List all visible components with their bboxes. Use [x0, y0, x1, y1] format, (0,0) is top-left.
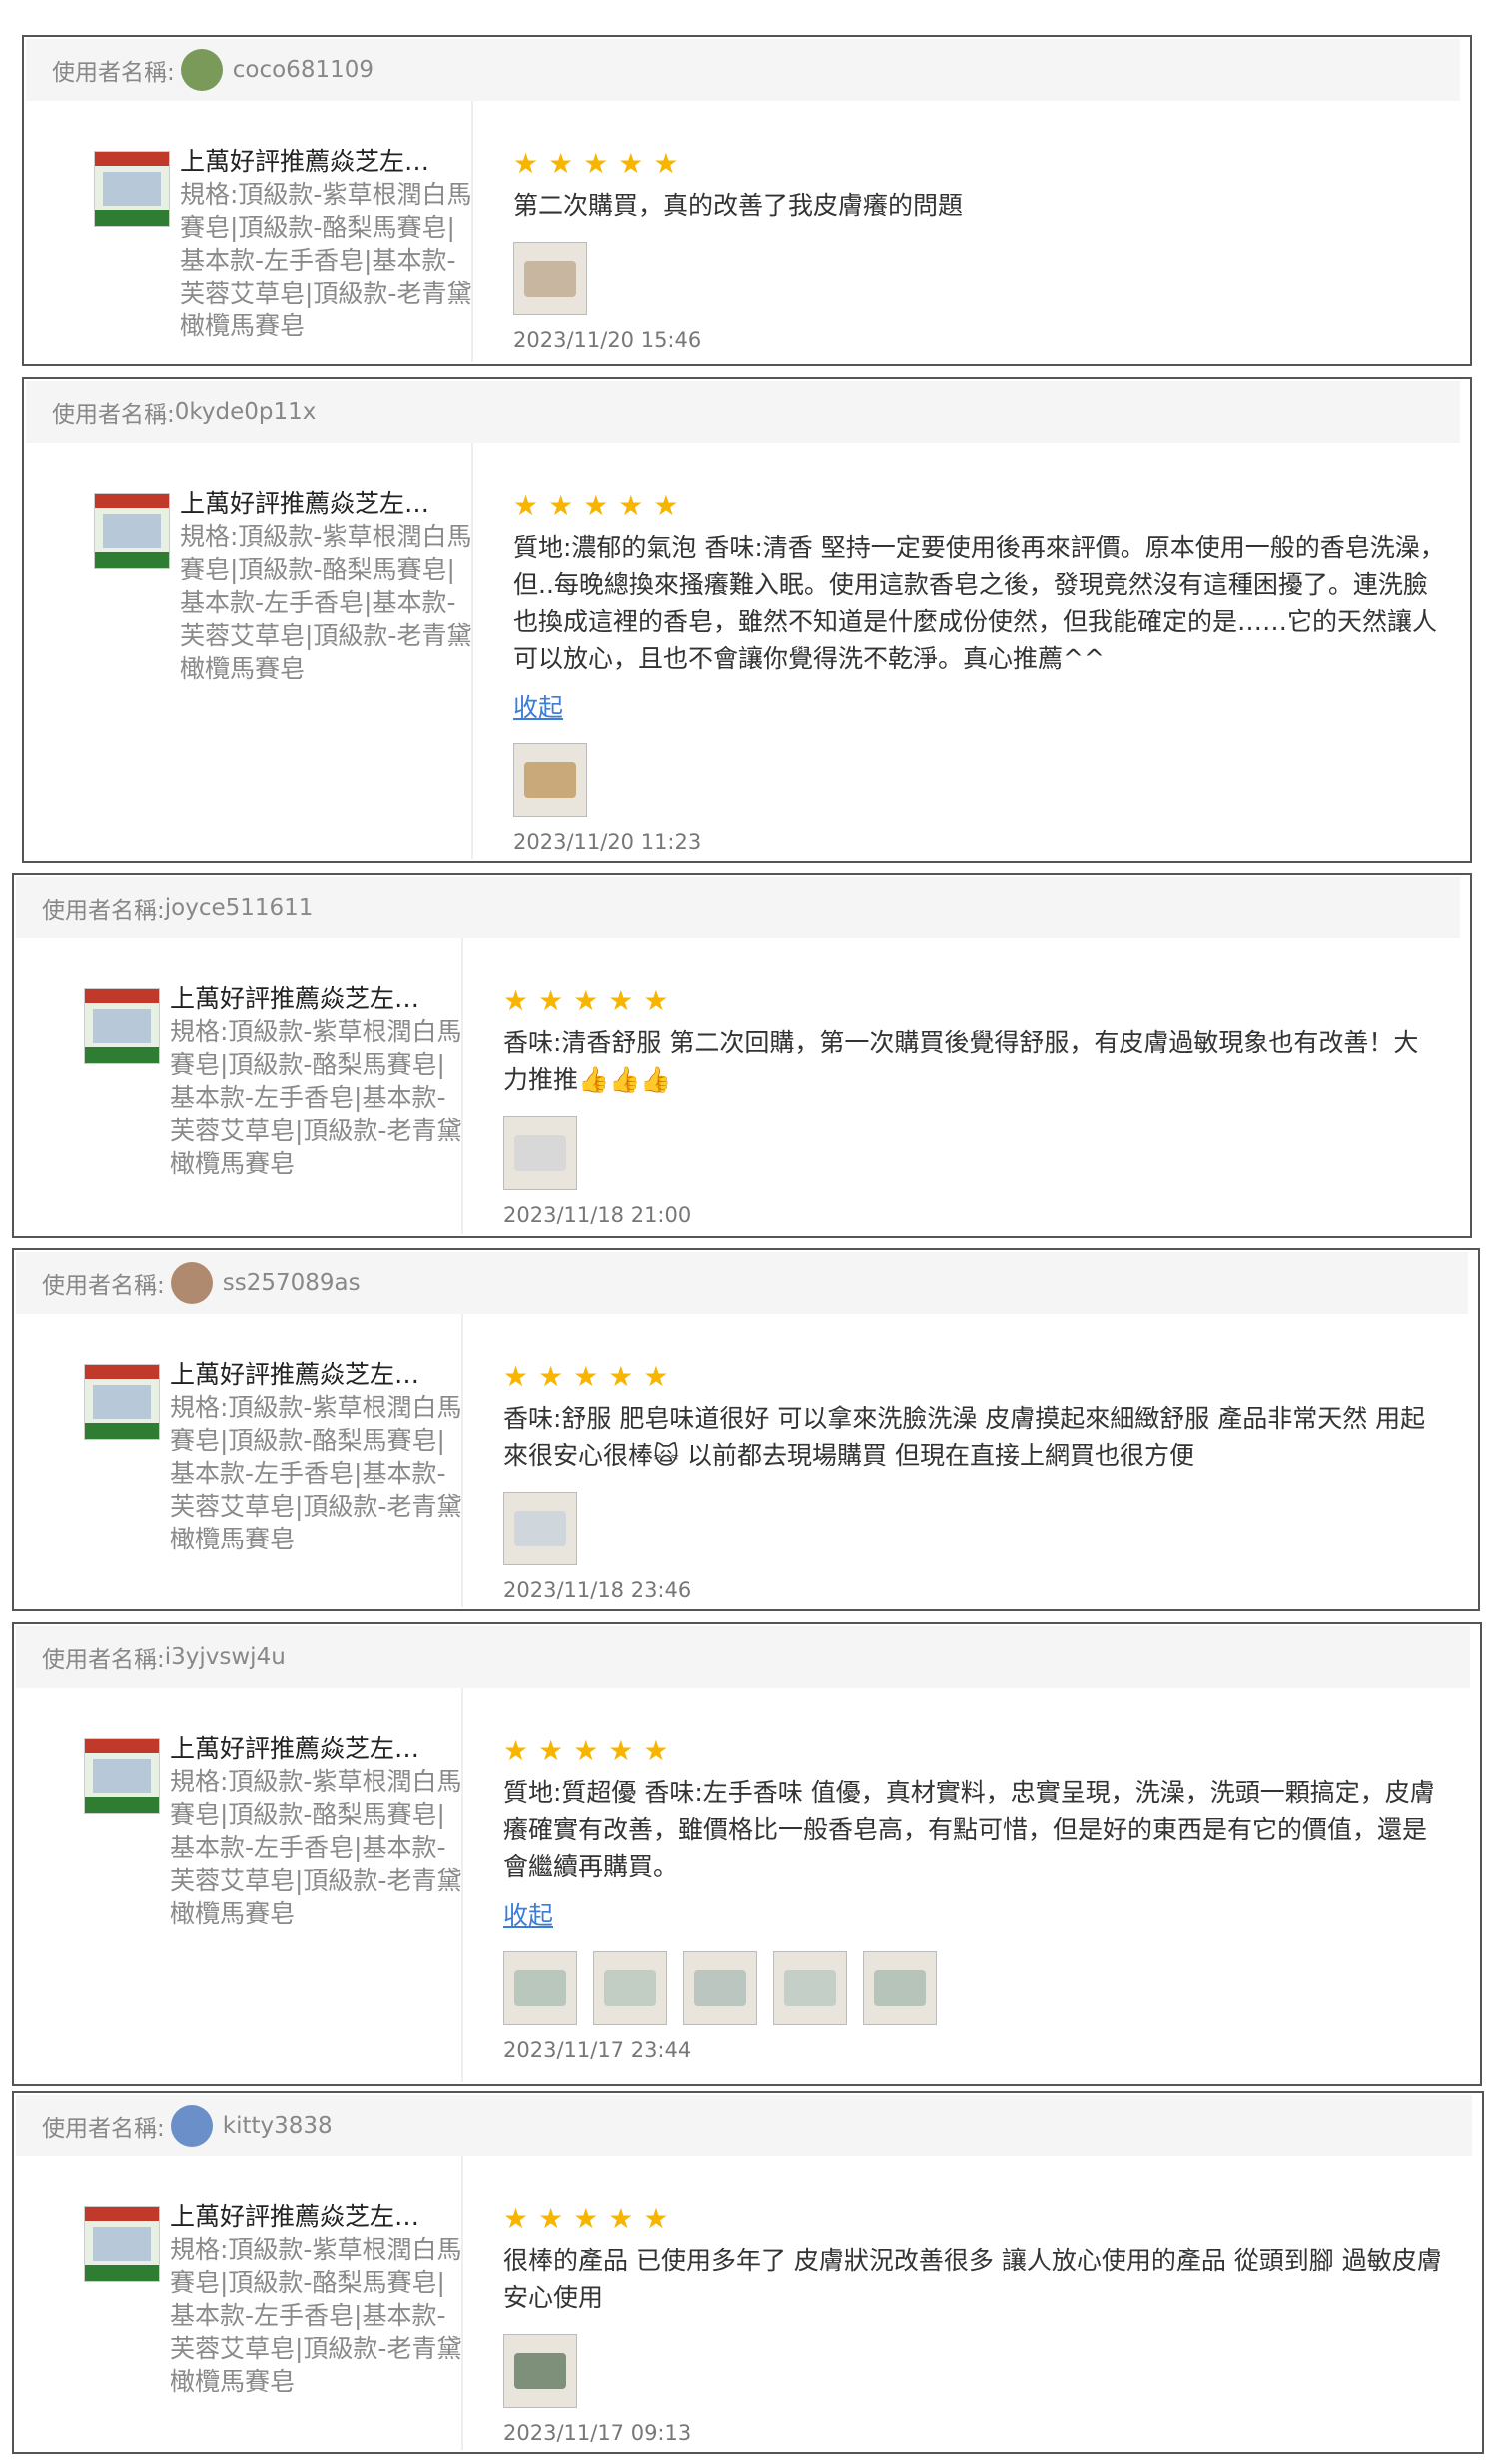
product-spec: 規格:頂級款-紫草根潤白馬賽皂|頂級款-酪梨馬賽皂|基本款-左手香皂|基本款-芙…	[180, 180, 472, 340]
product-name[interactable]: 上萬好評推薦焱芝左…	[170, 1358, 469, 1391]
username-label: 使用者名稱:	[52, 402, 175, 428]
review-comment: 香味:清香舒服 第二次回購，第一次購買後覺得舒服，有皮膚過敏現象也有改善！大力推…	[503, 1028, 1419, 1094]
review-photo[interactable]	[513, 242, 587, 315]
product-thumbnail[interactable]	[84, 988, 160, 1064]
collapse-link[interactable]: 收起	[513, 691, 563, 725]
product-spec: 規格:頂級款-紫草根潤白馬賽皂|頂級款-酪梨馬賽皂|基本款-左手香皂|基本款-芙…	[170, 1017, 462, 1178]
review-photo[interactable]	[503, 1492, 577, 1565]
review-date: 2023/11/17 23:44	[503, 2038, 692, 2062]
review-photo[interactable]	[503, 1116, 577, 1190]
review-body: ★★★★★ 質地:濃郁的氣泡 香味:清香 堅持一定要使用後再來評價。原本使用一般…	[513, 489, 1452, 857]
review-card: 使用者名稱: coco681109 上萬好評推薦焱芝左… 規格:頂級款-紫草根潤…	[22, 35, 1472, 366]
review-header: 使用者名稱: 0kyde0p11x	[26, 381, 1460, 443]
review-body: ★★★★★ 很棒的產品 已使用多年了 皮膚狀況改善很多 讓人放心使用的產品 從頭…	[503, 2202, 1442, 2448]
username: coco681109	[232, 57, 374, 83]
product-name[interactable]: 上萬好評推薦焱芝左…	[180, 487, 479, 520]
username: ss257089as	[222, 1270, 361, 1296]
review-photo[interactable]	[513, 743, 587, 817]
review-body: ★★★★★ 香味:清香舒服 第二次回購，第一次購買後覺得舒服，有皮膚過敏現象也有…	[503, 984, 1442, 1230]
product-spec: 規格:頂級款-紫草根潤白馬賽皂|頂級款-酪梨馬賽皂|基本款-左手香皂|基本款-芙…	[180, 522, 472, 683]
review-header: 使用者名稱: i3yjvswj4u	[16, 1626, 1470, 1688]
review-card: 使用者名稱: ss257089as 上萬好評推薦焱芝左… 規格:頂級款-紫草根潤…	[12, 1248, 1480, 1611]
username: joyce511611	[164, 895, 314, 921]
username: kitty3838	[222, 2113, 333, 2139]
review-photo[interactable]	[503, 2334, 577, 2408]
review-photo[interactable]	[503, 1951, 577, 2025]
username-label: 使用者名稱:	[42, 1273, 165, 1299]
review-body: ★★★★★ 質地:質超優 香味:左手香味 值優，真材實料，忠實呈現，洗澡，洗頭一…	[503, 1734, 1442, 2065]
review-body: ★★★★★ 香味:舒服 肥皂味道很好 可以拿來洗臉洗澡 皮膚摸起來細緻舒服 產品…	[503, 1360, 1442, 1605]
review-body: ★★★★★ 第二次購買，真的改善了我皮膚癢的問題 2023/11/20 15:4…	[513, 147, 1452, 355]
review-header: 使用者名稱: coco681109	[26, 39, 1460, 101]
review-date: 2023/11/20 15:46	[513, 328, 702, 352]
review-photo[interactable]	[773, 1951, 847, 2025]
review-comment: 第二次購買，真的改善了我皮膚癢的問題	[513, 191, 964, 220]
username: i3yjvswj4u	[164, 1644, 286, 1670]
product-thumbnail[interactable]	[84, 2206, 160, 2282]
collapse-link[interactable]: 收起	[503, 1899, 553, 1933]
review-header: 使用者名稱: ss257089as	[16, 1252, 1468, 1314]
review-comment: 質地:濃郁的氣泡 香味:清香 堅持一定要使用後再來評價。原本使用一般的香皂洗澡，…	[513, 533, 1445, 673]
product-spec: 規格:頂級款-紫草根潤白馬賽皂|頂級款-酪梨馬賽皂|基本款-左手香皂|基本款-芙…	[170, 2235, 462, 2396]
review-photos	[503, 1116, 1442, 1190]
product-spec: 規格:頂級款-紫草根潤白馬賽皂|頂級款-酪梨馬賽皂|基本款-左手香皂|基本款-芙…	[170, 1767, 462, 1928]
rating-stars: ★★★★★	[503, 2202, 679, 2235]
review-photos	[513, 743, 1452, 817]
review-header: 使用者名稱: joyce511611	[16, 877, 1460, 938]
review-card: 使用者名稱: kitty3838 上萬好評推薦焱芝左… 規格:頂級款-紫草根潤白…	[12, 2091, 1484, 2454]
product-spec: 規格:頂級款-紫草根潤白馬賽皂|頂級款-酪梨馬賽皂|基本款-左手香皂|基本款-芙…	[170, 1393, 462, 1553]
review-comment: 質地:質超優 香味:左手香味 值優，真材實料，忠實呈現，洗澡，洗頭一顆搞定，皮膚…	[503, 1778, 1435, 1881]
rating-stars: ★★★★★	[503, 1360, 679, 1393]
product-name[interactable]: 上萬好評推薦焱芝左…	[170, 2200, 469, 2233]
product-name[interactable]: 上萬好評推薦焱芝左…	[170, 1732, 469, 1765]
review-date: 2023/11/17 09:13	[503, 2421, 692, 2445]
review-comment: 很棒的產品 已使用多年了 皮膚狀況改善很多 讓人放心使用的產品 從頭到腳 過敏皮…	[503, 2246, 1442, 2312]
product-thumbnail[interactable]	[84, 1738, 160, 1814]
review-photos	[513, 242, 1452, 315]
review-photos	[503, 2334, 1442, 2408]
review-photos	[503, 1951, 1442, 2025]
review-photos	[503, 1492, 1442, 1565]
review-date: 2023/11/18 21:00	[503, 1203, 692, 1227]
username-label: 使用者名稱:	[52, 60, 175, 86]
product-thumbnail[interactable]	[94, 151, 170, 227]
product-thumbnail[interactable]	[94, 493, 170, 569]
rating-stars: ★★★★★	[513, 489, 689, 522]
review-card: 使用者名稱: joyce511611 上萬好評推薦焱芝左… 規格:頂級款-紫草根…	[12, 873, 1472, 1238]
review-date: 2023/11/20 11:23	[513, 830, 702, 854]
avatar	[170, 2105, 213, 2147]
avatar	[170, 1262, 213, 1304]
review-comment: 香味:舒服 肥皂味道很好 可以拿來洗臉洗澡 皮膚摸起來細緻舒服 產品非常天然 用…	[503, 1404, 1426, 1470]
review-card: 使用者名稱: 0kyde0p11x 上萬好評推薦焱芝左… 規格:頂級款-紫草根潤…	[22, 377, 1472, 863]
product-thumbnail[interactable]	[84, 1364, 160, 1440]
username-label: 使用者名稱:	[42, 1647, 165, 1673]
review-date: 2023/11/18 23:46	[503, 1578, 692, 1602]
review-photo[interactable]	[593, 1951, 667, 2025]
avatar	[180, 49, 223, 91]
rating-stars: ★★★★★	[513, 147, 689, 180]
username-label: 使用者名稱:	[42, 898, 165, 924]
product-name[interactable]: 上萬好評推薦焱芝左…	[180, 145, 479, 178]
review-photo[interactable]	[683, 1951, 757, 2025]
review-header: 使用者名稱: kitty3838	[16, 2095, 1472, 2156]
rating-stars: ★★★★★	[503, 984, 679, 1017]
rating-stars: ★★★★★	[503, 1734, 679, 1767]
username-label: 使用者名稱:	[42, 2116, 165, 2142]
review-photo[interactable]	[863, 1951, 937, 2025]
review-card: 使用者名稱: i3yjvswj4u 上萬好評推薦焱芝左… 規格:頂級款-紫草根潤…	[12, 1622, 1482, 2086]
product-name[interactable]: 上萬好評推薦焱芝左…	[170, 982, 469, 1015]
username: 0kyde0p11x	[174, 399, 317, 425]
